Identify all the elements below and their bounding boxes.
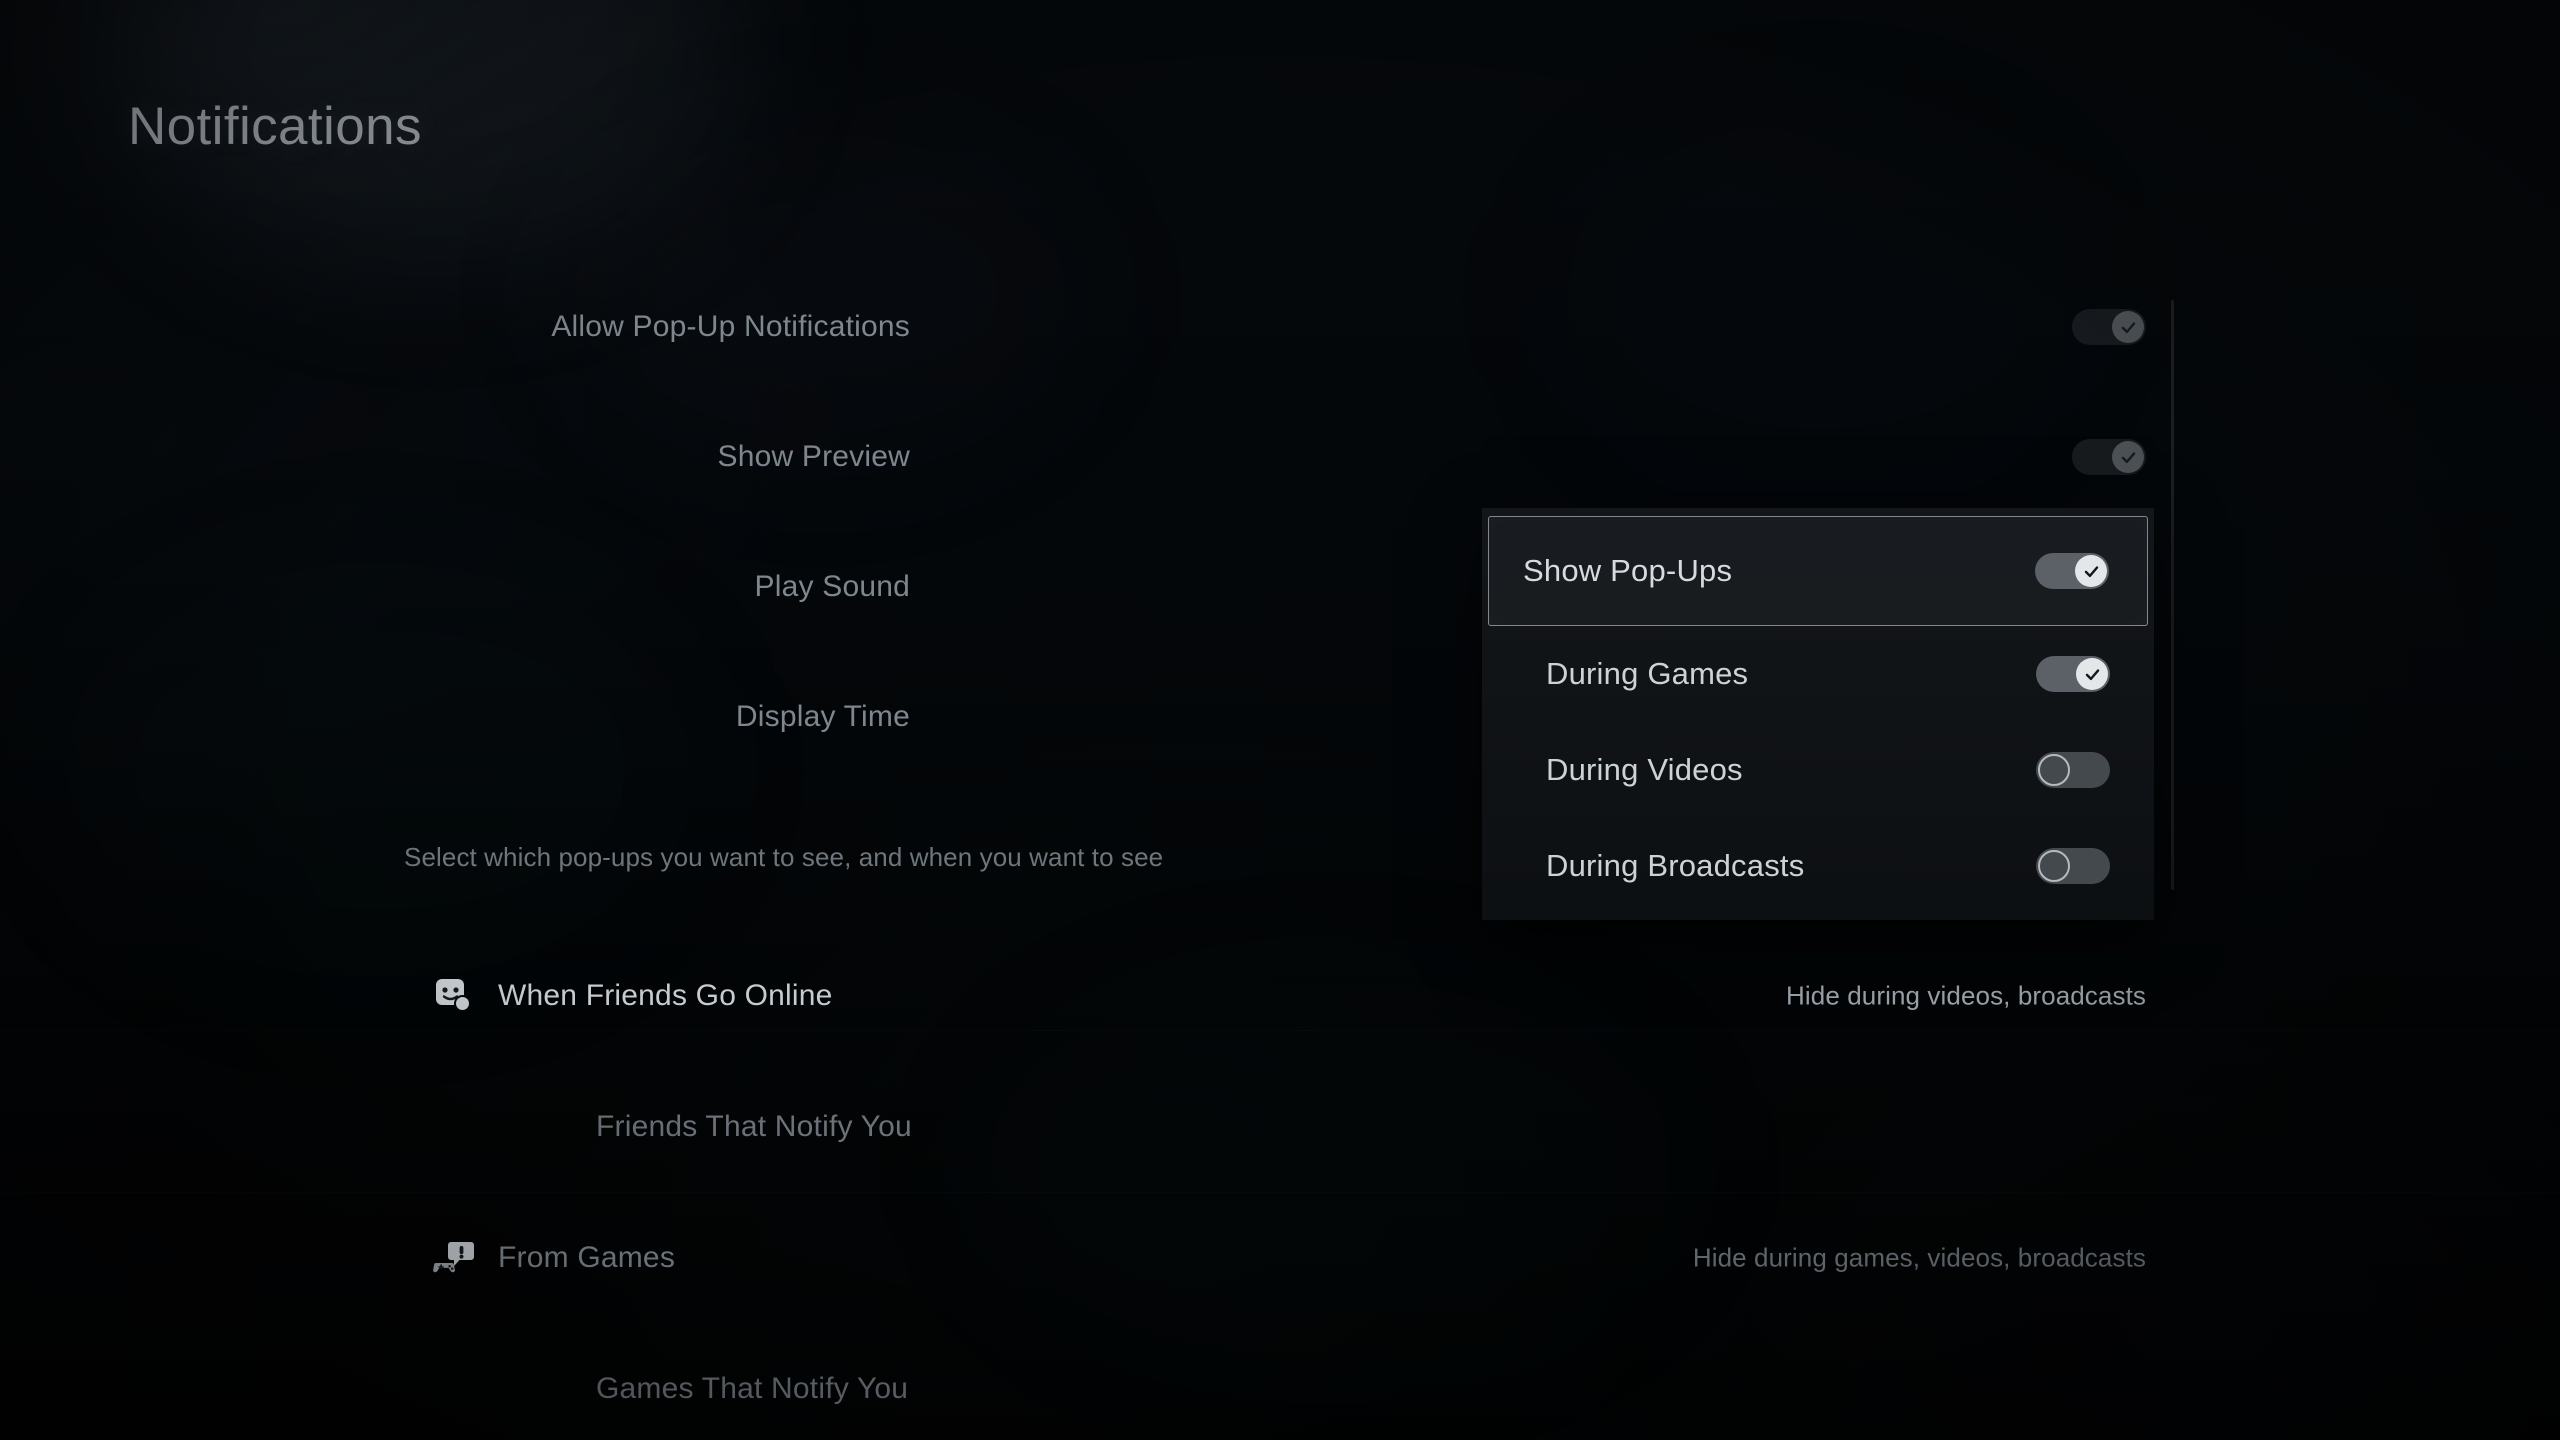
setting-label: Show Preview — [717, 440, 910, 473]
toggle-knob — [2076, 658, 2108, 690]
toggle-switch-off[interactable] — [2036, 752, 2110, 788]
toggle-switch-on[interactable] — [2035, 553, 2109, 589]
page-title: Notifications — [128, 97, 422, 156]
list-row-label: When Friends Go Online — [498, 978, 833, 1012]
popup-menu-label: During Broadcasts — [1546, 848, 1805, 883]
list-row-status: Hide during videos, broadcasts — [1786, 980, 2146, 1010]
toggle-switch-on[interactable] — [2036, 656, 2110, 692]
list-row-label: From Games — [498, 1240, 676, 1274]
setting-label: Display Time — [735, 700, 910, 733]
toggle-knob — [2075, 555, 2107, 587]
list-row-content: Games That Notify You — [596, 1372, 908, 1406]
list-row-status: Hide during games, videos, broadcasts — [1692, 1242, 2146, 1272]
popup-menu-label: During Videos — [1546, 752, 1743, 787]
list-row-friends-that-notify-you[interactable]: Friends That Notify You — [0, 1061, 2180, 1192]
list-row-content: From Games — [432, 1236, 675, 1280]
list-row-from-games[interactable]: From Games Hide during games, videos, br… — [0, 1192, 2180, 1323]
popup-menu-label: Show Pop-Ups — [1523, 553, 1733, 588]
during-broadcasts-toggle[interactable] — [2036, 848, 2110, 884]
list-row-label: Friends That Notify You — [596, 1109, 912, 1143]
popup-menu-item-during-broadcasts[interactable]: During Broadcasts — [1482, 818, 2154, 914]
show-popups-submenu-panel: Show Pop-Ups During Games During Videos … — [1482, 508, 2154, 920]
list-row-when-friends-go-online[interactable]: When Friends Go Online Hide during video… — [0, 930, 2180, 1061]
toggle-knob — [2112, 441, 2144, 473]
popup-menu-item-show-popups[interactable]: Show Pop-Ups — [1488, 516, 2148, 626]
list-row-content: Friends That Notify You — [596, 1110, 912, 1144]
gamepad-alert-icon — [432, 1236, 476, 1280]
setting-row-show-preview[interactable]: Show Preview — [0, 392, 2180, 522]
toggle-switch-on[interactable] — [2072, 439, 2146, 475]
check-icon — [2121, 321, 2135, 333]
setting-row-allow-popup-notifications[interactable]: Allow Pop-Up Notifications — [0, 262, 2180, 392]
notification-sources-list: When Friends Go Online Hide during video… — [0, 930, 2180, 1440]
section-description: Select which pop-ups you want to see, an… — [404, 842, 1164, 872]
list-row-label: Games That Notify You — [596, 1371, 909, 1405]
list-row-games-that-notify-you[interactable]: Games That Notify You — [0, 1323, 2180, 1440]
vertical-scrollbar[interactable] — [2171, 300, 2174, 890]
setting-label: Allow Pop-Up Notifications — [551, 310, 910, 343]
check-icon — [2121, 451, 2135, 463]
popup-menu-item-during-videos[interactable]: During Videos — [1482, 722, 2154, 818]
during-videos-toggle[interactable] — [2036, 752, 2110, 788]
check-icon — [2084, 565, 2098, 577]
toggle-switch-on[interactable] — [2072, 309, 2146, 345]
check-icon — [2085, 668, 2099, 680]
toggle-knob — [2038, 850, 2070, 882]
popup-menu-label: During Games — [1546, 656, 1749, 691]
setting-label: Play Sound — [754, 570, 910, 603]
allow-popup-notifications-toggle[interactable] — [2072, 309, 2146, 345]
toggle-switch-off[interactable] — [2036, 848, 2110, 884]
toggle-knob — [2038, 754, 2070, 786]
show-preview-toggle[interactable] — [2072, 439, 2146, 475]
friends-smiley-icon — [432, 974, 476, 1018]
popup-menu-item-during-games[interactable]: During Games — [1482, 626, 2154, 722]
list-row-content: When Friends Go Online — [432, 974, 833, 1018]
during-games-toggle[interactable] — [2036, 656, 2110, 692]
notifications-settings-page: Notifications Allow Pop-Up Notifications… — [0, 0, 2560, 1440]
toggle-knob — [2112, 311, 2144, 343]
show-popups-toggle[interactable] — [2035, 553, 2109, 589]
